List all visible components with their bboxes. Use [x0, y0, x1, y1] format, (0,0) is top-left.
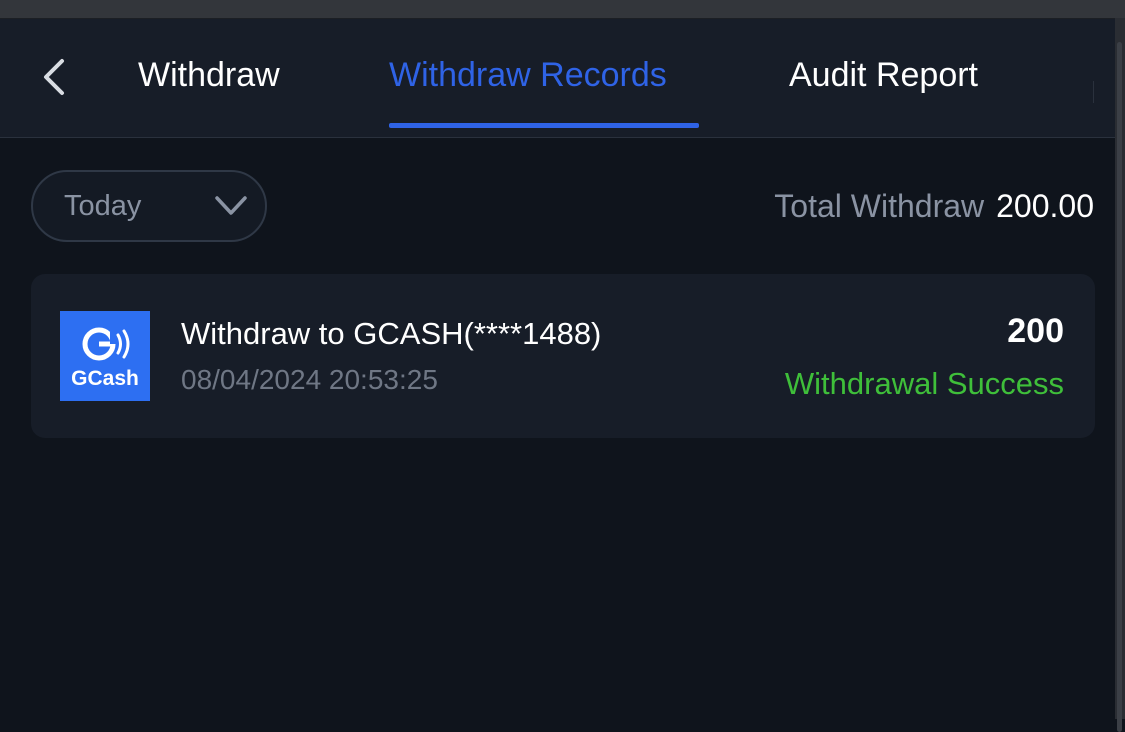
record-timestamp: 08/04/2024 20:53:25: [181, 364, 438, 395]
total-withdraw-label: Total Withdraw: [774, 188, 985, 224]
page-header: Withdraw Withdraw Records Audit Report: [0, 19, 1115, 138]
record-title: Withdraw to GCASH(****1488): [181, 316, 602, 351]
total-withdraw-value: 200.00: [996, 188, 1094, 224]
active-tab-indicator: [389, 123, 699, 128]
tab-audit-report[interactable]: Audit Report: [789, 51, 978, 99]
date-filter-dropdown[interactable]: Today: [31, 170, 267, 242]
total-withdraw-summary: Total Withdraw 200.00: [774, 184, 1094, 228]
scrollbar-thumb[interactable]: [1117, 42, 1122, 732]
gcash-logo-text: GCash: [71, 367, 139, 390]
back-button[interactable]: [30, 53, 78, 101]
tab-withdraw-records[interactable]: Withdraw Records: [389, 51, 667, 99]
chevron-down-icon: [215, 196, 247, 215]
record-amount: 200: [1007, 312, 1064, 350]
header-divider: [1093, 81, 1094, 103]
list-item[interactable]: GCash Withdraw to GCASH(****1488) 08/04/…: [31, 274, 1095, 438]
scrollbar[interactable]: [1115, 18, 1125, 732]
chevron-left-icon: [44, 59, 64, 95]
date-filter-value: Today: [64, 190, 142, 222]
gcash-logo: GCash: [60, 311, 150, 401]
status-badge: Withdrawal Success: [784, 366, 1064, 401]
window-top-bar: [0, 0, 1125, 19]
tab-withdraw[interactable]: Withdraw: [138, 51, 280, 99]
